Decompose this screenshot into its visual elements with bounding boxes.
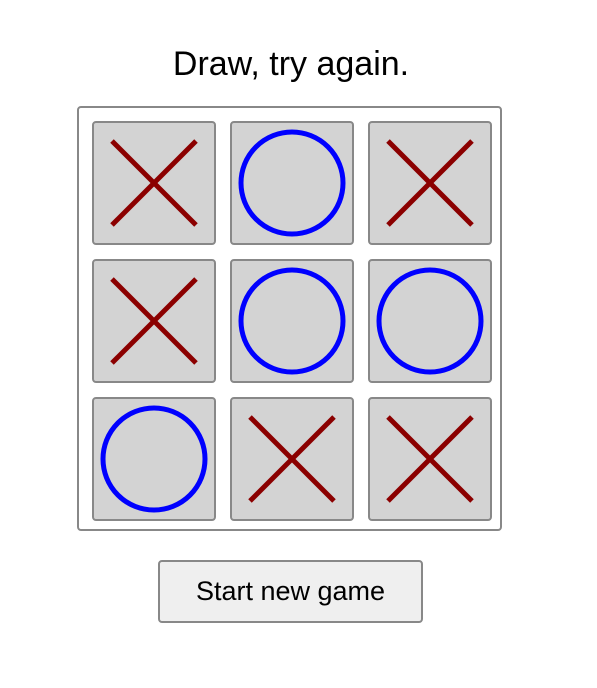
x-mark-icon: [386, 415, 474, 503]
o-mark-icon: [100, 405, 208, 513]
o-mark-icon: [238, 129, 346, 237]
board-cell-r3-c1[interactable]: [92, 397, 216, 521]
o-mark-icon: [376, 267, 484, 375]
o-mark-icon: [238, 267, 346, 375]
x-mark-icon: [248, 415, 336, 503]
game-screen: Draw, try again. Start new game: [0, 0, 597, 688]
board-cell-r1-c2[interactable]: [230, 121, 354, 245]
game-status-message: Draw, try again.: [172, 45, 410, 83]
board-cell-r1-c1[interactable]: [92, 121, 216, 245]
tic-tac-toe-board: [77, 106, 502, 531]
board-cell-r1-c3[interactable]: [368, 121, 492, 245]
x-mark-icon: [110, 139, 198, 227]
x-mark-icon: [386, 139, 474, 227]
start-new-game-button[interactable]: Start new game: [158, 560, 423, 623]
board-cell-r3-c3[interactable]: [368, 397, 492, 521]
board-cell-r2-c3[interactable]: [368, 259, 492, 383]
board-cell-r2-c1[interactable]: [92, 259, 216, 383]
board-cell-r3-c2[interactable]: [230, 397, 354, 521]
x-mark-icon: [110, 277, 198, 365]
board-cell-r2-c2[interactable]: [230, 259, 354, 383]
